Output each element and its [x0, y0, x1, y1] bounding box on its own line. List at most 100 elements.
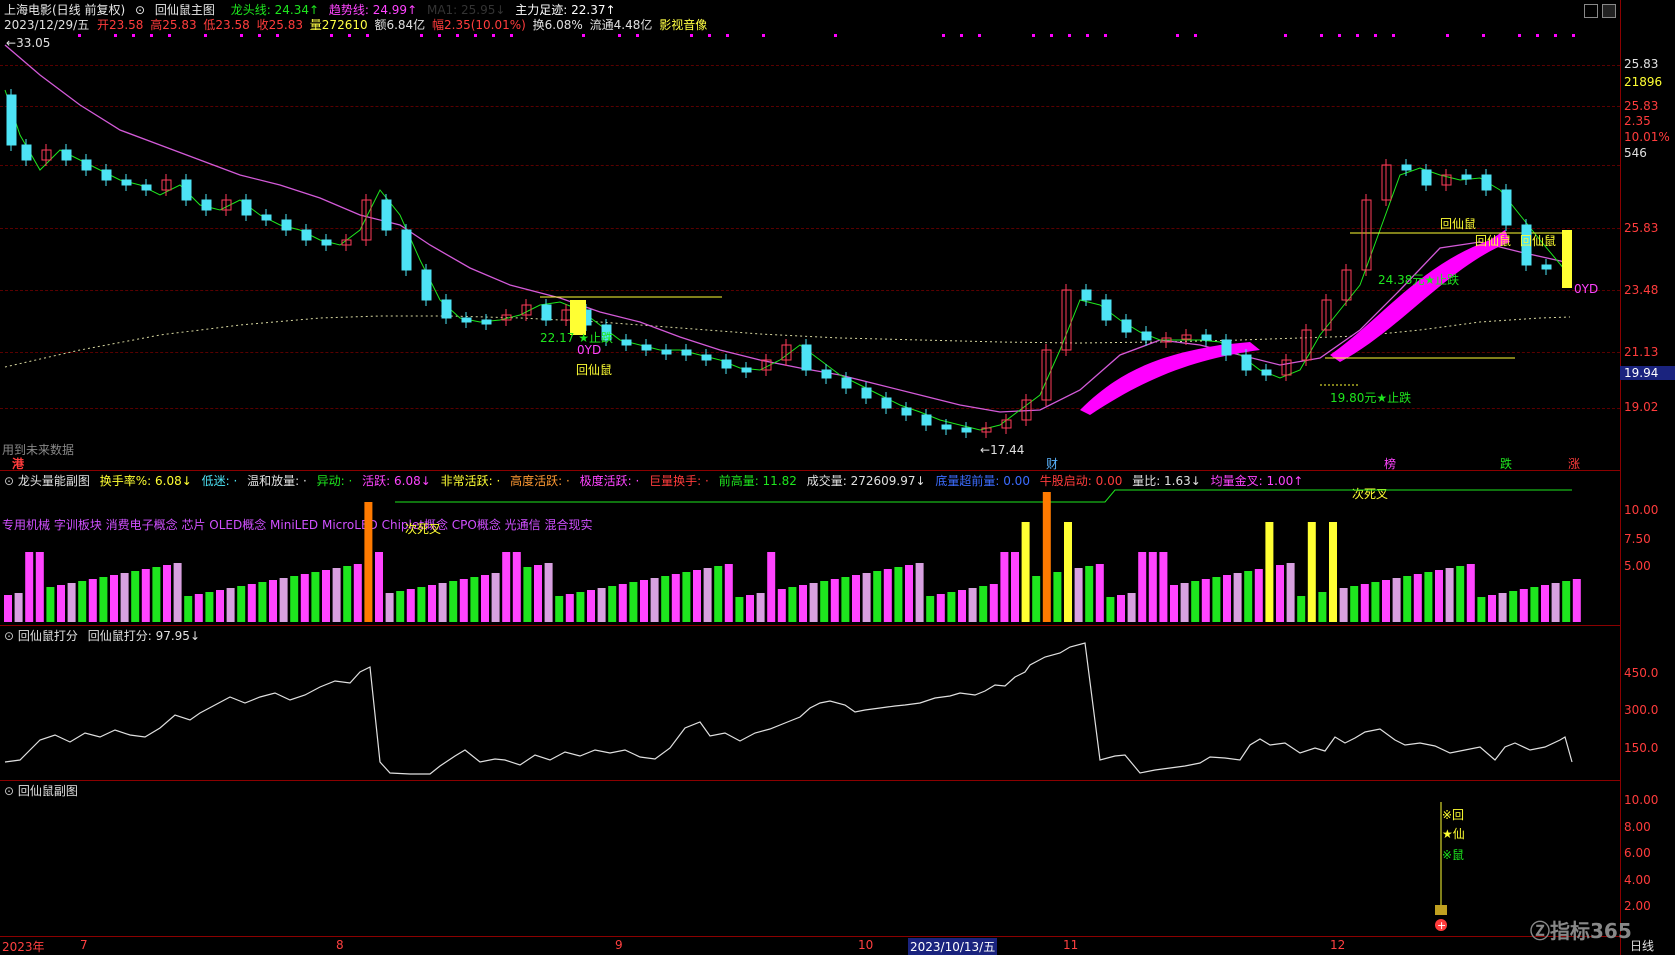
vol-y-label: 10.00: [1624, 503, 1658, 517]
yd-label-1: 0YD: [577, 343, 601, 357]
volume-bar: [1446, 568, 1454, 622]
candle-body: [102, 170, 111, 180]
volume-bar: [545, 563, 553, 622]
high-marker: ←33.05: [6, 36, 50, 50]
candle-body: [942, 425, 951, 429]
signal-dot: [1050, 34, 1053, 37]
signal-dot: [1338, 34, 1341, 37]
volume-bar: [375, 552, 383, 622]
highlight-candle: [1562, 230, 1572, 288]
volume-bar: [894, 567, 902, 622]
volume-bar: [990, 584, 998, 622]
volume-bar: [852, 575, 860, 622]
signal-dot: [276, 34, 279, 37]
candle-body: [702, 355, 711, 360]
signal-shu: ※鼠: [1442, 846, 1464, 863]
signal-dot: [1356, 34, 1359, 37]
volume-bar: [1223, 575, 1231, 622]
volume-bar: [619, 584, 627, 622]
volume-bar: [1149, 552, 1157, 622]
period-label[interactable]: 日线: [1630, 937, 1654, 954]
volume-bar: [566, 594, 574, 622]
volume-bar: [99, 577, 107, 622]
volume-bar: [280, 578, 288, 622]
y-label: 21896: [1624, 75, 1662, 89]
score-line-chart[interactable]: [0, 625, 1620, 780]
huixianshu-label-4: 回仙鼠: [1520, 232, 1556, 249]
candle-body: [382, 200, 391, 230]
vol-y-label: 5.00: [1624, 559, 1651, 573]
volume-bar: [1371, 582, 1379, 622]
candle-body: [1502, 190, 1511, 225]
signal-dot: [1572, 34, 1575, 37]
volume-bar: [820, 581, 828, 622]
volume-bar: [810, 583, 818, 622]
volume-bar: [1032, 576, 1040, 622]
signal-dot: [1176, 34, 1179, 37]
signal-chart[interactable]: +: [0, 780, 1620, 935]
volume-bar: [1414, 574, 1422, 622]
volume-bar: [1170, 585, 1178, 622]
candle-body: [402, 230, 411, 270]
stop-fall-2: 24.38元★止跌: [1378, 271, 1459, 288]
candle-body: [962, 428, 971, 432]
candle-body: [1422, 170, 1431, 185]
volume-bar: [1096, 564, 1104, 622]
volume-bar: [46, 587, 54, 622]
volume-bar: [661, 576, 669, 622]
volume-bar: [947, 592, 955, 622]
volume-bar: [1456, 566, 1464, 622]
volume-bar: [534, 565, 542, 622]
signal-dot: [1554, 34, 1557, 37]
candle-body: [122, 180, 131, 185]
y-label: 25.83: [1624, 99, 1658, 113]
volume-bar: [523, 567, 531, 622]
signal-dot: [762, 34, 765, 37]
signal-dot: [618, 34, 621, 37]
volume-bar: [89, 579, 97, 622]
volume-bar: [735, 597, 743, 622]
volume-bar: [1424, 572, 1432, 622]
volume-bar: [449, 581, 457, 622]
score-y-label: 450.0: [1624, 666, 1658, 680]
candle-body: [842, 378, 851, 388]
candle-body: [742, 368, 751, 372]
signal-dot: [1374, 34, 1377, 37]
volume-bar: [1234, 573, 1242, 622]
volume-bar: [4, 595, 12, 622]
signal-dot: [438, 34, 441, 37]
x-label: 10: [858, 938, 873, 952]
volume-bar: [470, 577, 478, 622]
watermark-text: 指标365: [1550, 919, 1632, 943]
volume-bar: [68, 583, 76, 622]
volume-bar: [1191, 581, 1199, 622]
volume-bar: [1308, 522, 1316, 622]
y-label: 546: [1624, 146, 1647, 160]
candle-body: [862, 388, 871, 398]
volume-bar: [417, 587, 425, 622]
candle-body: [442, 300, 451, 318]
volume-bar: [1128, 593, 1136, 622]
volume-bar: [969, 588, 977, 622]
candle-body: [422, 270, 431, 300]
x-label: 11: [1063, 938, 1078, 952]
volume-bar: [873, 571, 881, 622]
volume-bar: [587, 590, 595, 622]
candle-body: [1082, 290, 1091, 300]
volume-bar: [629, 582, 637, 622]
volume-bar-chart[interactable]: [0, 470, 1620, 625]
y-label: 21.13: [1624, 345, 1658, 359]
volume-bar: [788, 587, 796, 622]
candle-body: [202, 200, 211, 210]
volume-bar: [343, 566, 351, 622]
volume-bar: [492, 573, 500, 622]
y-label: 10.01%: [1624, 130, 1670, 144]
signal-dot: [150, 34, 153, 37]
x-label: 7: [80, 938, 88, 952]
signal-dot: [1446, 34, 1449, 37]
y-label: 19.02: [1624, 400, 1658, 414]
stop-fall-1-price: 22.17: [540, 331, 574, 345]
volume-bar: [1340, 588, 1348, 622]
sub-y-label: 4.00: [1624, 873, 1651, 887]
signal-dot: [348, 34, 351, 37]
